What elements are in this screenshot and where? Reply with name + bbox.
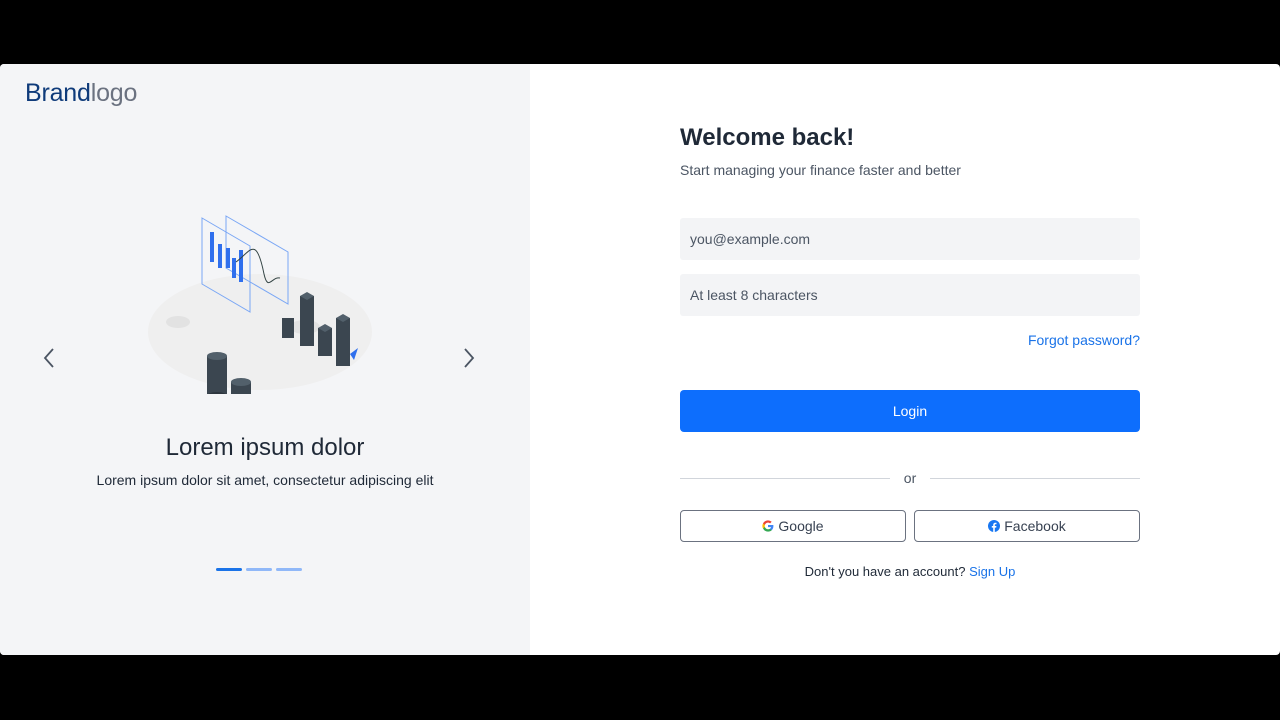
login-panel: Welcome back! Start managing your financ… — [530, 64, 1280, 655]
facebook-label: Facebook — [1004, 518, 1066, 534]
login-form: Welcome back! Start managing your financ… — [680, 124, 1141, 579]
page-subtitle: Start managing your finance faster and b… — [680, 162, 961, 178]
carousel-dot-1[interactable] — [216, 568, 242, 571]
forgot-row: Forgot password? — [680, 332, 1140, 350]
page-title: Welcome back! — [680, 124, 855, 151]
carousel-prev-button[interactable] — [38, 346, 62, 370]
carousel-indicators — [216, 568, 302, 571]
carousel-dot-2[interactable] — [246, 568, 272, 571]
signup-row: Don't you have an account? Sign Up — [680, 564, 1140, 579]
login-button[interactable]: Login — [680, 390, 1140, 432]
signup-prompt: Don't you have an account? — [804, 564, 966, 579]
facebook-login-button[interactable]: Facebook — [914, 510, 1140, 542]
google-login-button[interactable]: Google — [680, 510, 906, 542]
social-login-row: Google Facebook — [680, 510, 1140, 542]
login-page: Brandlogo Lorem ipsum dolor Lorem ipsum … — [0, 64, 1280, 655]
brand-logo-part2: logo — [90, 79, 138, 107]
signup-link[interactable]: Sign Up — [969, 564, 1015, 579]
or-divider: or — [680, 470, 1141, 486]
slide-title: Lorem ipsum dolor — [165, 434, 365, 461]
carousel-next-button[interactable] — [456, 346, 480, 370]
google-icon — [762, 520, 774, 532]
divider-label: or — [903, 470, 917, 486]
divider-line-left — [680, 477, 890, 479]
email-field[interactable] — [680, 218, 1140, 260]
forgot-password-link[interactable]: Forgot password? — [1028, 332, 1140, 348]
divider-line-right — [930, 477, 1141, 479]
chevron-left-icon — [43, 348, 54, 368]
chevron-right-icon — [464, 348, 475, 368]
slide-subtitle: Lorem ipsum dolor sit amet, consectetur … — [96, 472, 434, 488]
promo-panel: Brandlogo Lorem ipsum dolor Lorem ipsum … — [0, 64, 530, 655]
carousel-dot-3[interactable] — [276, 568, 302, 571]
facebook-icon — [988, 520, 1001, 532]
finance-illustration — [148, 215, 372, 394]
google-label: Google — [778, 518, 824, 534]
brand-logo-part1: Brand — [25, 79, 91, 107]
password-field[interactable] — [680, 274, 1140, 316]
brand-logo: Brandlogo — [25, 79, 137, 108]
